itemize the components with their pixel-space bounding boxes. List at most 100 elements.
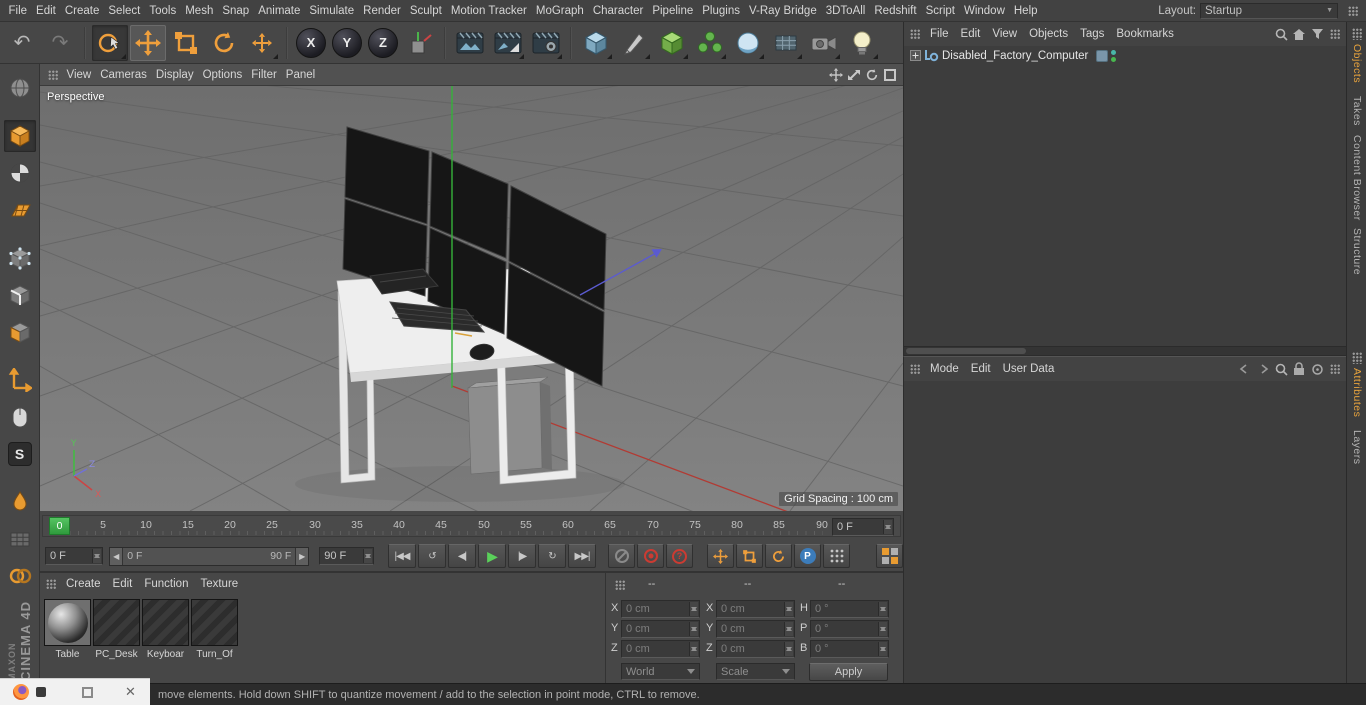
vp-menu-filter[interactable]: Filter (247, 64, 282, 85)
lock-z-axis-button[interactable]: Z (368, 27, 398, 58)
spinner-icon[interactable] (689, 622, 698, 636)
menubar-item-create[interactable]: Create (60, 0, 104, 21)
tab-content-browser[interactable]: Content Browser (1351, 135, 1363, 221)
material-name[interactable]: Keyboar (142, 649, 189, 660)
play-button[interactable]: ▶ (478, 544, 506, 568)
menubar-item-tools[interactable]: Tools (145, 0, 181, 21)
vp-menu-panel[interactable]: Panel (281, 64, 319, 85)
frame-start-field[interactable]: 0 F (45, 547, 104, 565)
menubar-item-vray-bridge[interactable]: V-Ray Bridge (744, 0, 821, 21)
material-name[interactable]: PC_Desk (93, 649, 140, 660)
mat-menu-create[interactable]: Create (60, 573, 107, 595)
menubar-item-render[interactable]: Render (359, 0, 406, 21)
lock-x-axis-button[interactable]: X (296, 27, 326, 58)
menubar-item-motion-tracker[interactable]: Motion Tracker (446, 0, 531, 21)
goto-start-button[interactable]: |◀◀ (388, 544, 416, 568)
menubar-item-simulate[interactable]: Simulate (305, 0, 359, 21)
tab-grip-icon[interactable] (1352, 352, 1362, 364)
next-key-button[interactable]: ↻ (538, 544, 566, 568)
mouse-input-button[interactable] (4, 401, 36, 433)
object-name[interactable]: Disabled_Factory_Computer (942, 50, 1088, 62)
add-subdivision-surface-button[interactable] (654, 25, 690, 61)
key-position-button[interactable] (707, 544, 734, 568)
spinner-icon[interactable] (883, 520, 892, 534)
tab-grip-icon[interactable] (1352, 28, 1362, 40)
material-name[interactable]: Turn_Of (191, 649, 238, 660)
spinner-icon[interactable] (878, 602, 887, 616)
menubar-item-script[interactable]: Script (921, 0, 959, 21)
tab-takes[interactable]: Takes (1351, 96, 1363, 126)
lock-icon[interactable] (1290, 360, 1308, 378)
spinner-icon[interactable] (878, 642, 887, 656)
add-camera-button[interactable] (806, 25, 842, 61)
expand-icon[interactable] (909, 47, 922, 65)
filter-icon[interactable] (1308, 25, 1326, 43)
edges-mode-button[interactable] (4, 279, 36, 311)
add-cube-button[interactable] (578, 25, 614, 61)
snap-button[interactable]: S (4, 438, 36, 470)
spinner-icon[interactable] (784, 642, 793, 656)
prev-key-button[interactable]: ↺ (418, 544, 446, 568)
texture-mode-button[interactable] (4, 157, 36, 189)
pos-z-field[interactable]: 0 cm (621, 640, 700, 658)
undo-button[interactable]: ↶ (4, 25, 40, 61)
menubar-item-mograph[interactable]: MoGraph (531, 0, 588, 21)
menubar-item-snap[interactable]: Snap (218, 0, 254, 21)
paint-tool-button[interactable] (4, 486, 36, 518)
om-menu-tags[interactable]: Tags (1074, 22, 1110, 46)
polygons-mode-button[interactable] (4, 316, 36, 348)
menubar-item-window[interactable]: Window (959, 0, 1009, 21)
spinner-icon[interactable] (689, 642, 698, 656)
rot-p-field[interactable]: 0 ° (810, 620, 889, 638)
workplane-lock-button[interactable] (4, 523, 36, 555)
key-parameter-button[interactable]: P (794, 544, 821, 568)
history-forward-icon[interactable] (1254, 360, 1272, 378)
coordinate-system-button[interactable] (402, 25, 438, 61)
material-thumbnail[interactable] (142, 599, 189, 646)
redo-button[interactable]: ↷ (42, 25, 78, 61)
render-settings-button[interactable] (528, 25, 564, 61)
pos-x-field[interactable]: 0 cm (621, 600, 700, 618)
material-thumbnail[interactable] (44, 599, 91, 646)
spinner-icon[interactable] (363, 549, 372, 563)
key-scale-button[interactable] (736, 544, 763, 568)
menubar-item-redshift[interactable]: Redshift (870, 0, 921, 21)
frame-range-slider[interactable]: ◀ 0 F 90 F ▶ (109, 546, 310, 566)
view-globe-button[interactable] (4, 72, 36, 104)
menubar-grip-icon[interactable] (1348, 5, 1358, 16)
menubar-item-help[interactable]: Help (1009, 0, 1042, 21)
tab-layers[interactable]: Layers (1351, 430, 1363, 465)
menubar-item-character[interactable]: Character (588, 0, 648, 21)
spinner-icon[interactable] (878, 622, 887, 636)
search-icon[interactable] (1272, 360, 1290, 378)
material-name[interactable]: Table (44, 649, 91, 660)
playhead[interactable]: 0 (49, 517, 70, 535)
render-view-button[interactable] (452, 25, 488, 61)
next-frame-button[interactable]: |▶ (508, 544, 536, 568)
om-menu-bookmarks[interactable]: Bookmarks (1110, 22, 1180, 46)
key-pla-button[interactable] (823, 544, 850, 568)
panel-grip-icon[interactable] (910, 29, 920, 39)
spinner-icon[interactable] (784, 622, 793, 636)
range-left-handle-icon[interactable]: ◀ (110, 547, 124, 565)
view-rotate-icon[interactable] (863, 66, 881, 84)
panel-grip-icon[interactable] (46, 579, 56, 589)
last-tool-button[interactable] (244, 25, 280, 61)
om-menu-objects[interactable]: Objects (1023, 22, 1074, 46)
current-frame-field[interactable]: 0 F (832, 518, 894, 536)
rot-b-field[interactable]: 0 ° (810, 640, 889, 658)
om-menu-view[interactable]: View (986, 22, 1023, 46)
timeline-ruler[interactable]: 0 5 10 15 20 25 30 35 40 45 50 55 60 65 … (42, 515, 901, 537)
rot-h-field[interactable]: 0 ° (810, 600, 889, 618)
pos-y-field[interactable]: 0 cm (621, 620, 700, 638)
mat-menu-function[interactable]: Function (138, 573, 194, 595)
spinner-icon[interactable] (92, 549, 102, 563)
close-icon[interactable]: ✕ (125, 684, 136, 700)
vp-menu-display[interactable]: Display (151, 64, 198, 85)
vp-menu-cameras[interactable]: Cameras (96, 64, 152, 85)
mat-menu-edit[interactable]: Edit (107, 573, 139, 595)
frame-end-field[interactable]: 90 F (319, 547, 374, 565)
menubar-item-select[interactable]: Select (104, 0, 145, 21)
size-y-field[interactable]: 0 cm (716, 620, 795, 638)
object-row[interactable]: Disabled_Factory_Computer (904, 46, 1346, 65)
